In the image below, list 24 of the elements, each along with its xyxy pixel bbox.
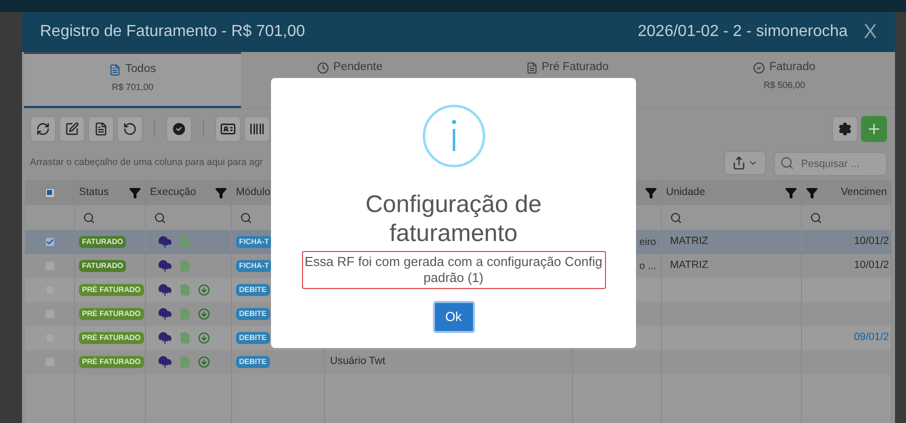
window-title: Registro de Faturamento - R$ 701,00 <box>40 22 306 42</box>
table-cell-text: o ... <box>639 260 656 274</box>
window-subtitle: 2026/01-02 - 2 - simonerocha <box>638 22 848 42</box>
tab-label: Todos <box>125 63 156 76</box>
table-cell-text: Usuário Twt <box>330 354 386 370</box>
tab-amount: R$ 701,00 <box>112 81 154 94</box>
tab-label: Pendente <box>333 61 382 74</box>
column-header: Execução <box>150 184 196 200</box>
tab-label: Pré Faturado <box>542 61 609 74</box>
tab-label: Faturado <box>769 61 816 74</box>
table-cell-text: 09/01/2 <box>854 330 889 346</box>
dialog-title: Configuração de faturamento <box>364 190 543 248</box>
tab-amount: R$ 506,00 <box>764 79 806 92</box>
column-header: Unidade <box>666 184 706 200</box>
column-header: Módulo <box>236 184 270 200</box>
column-header: Status <box>79 184 109 200</box>
table-cell-text: MATRIZ <box>670 234 708 250</box>
table-cell-text: eiro <box>639 236 656 250</box>
column-header: Vencimen <box>840 184 887 200</box>
table-cell-text: MATRIZ <box>670 258 708 274</box>
group-panel-hint: Arrastar o cabeçalho de uma coluna para aqui para agr <box>30 156 263 170</box>
table-cell-text: 10/01/2 <box>854 234 889 250</box>
table-cell-text: 10/01/2 <box>854 258 889 274</box>
dialog-message: Essa RF foi com gerada com a configuração Config padrão (1) <box>302 251 606 289</box>
